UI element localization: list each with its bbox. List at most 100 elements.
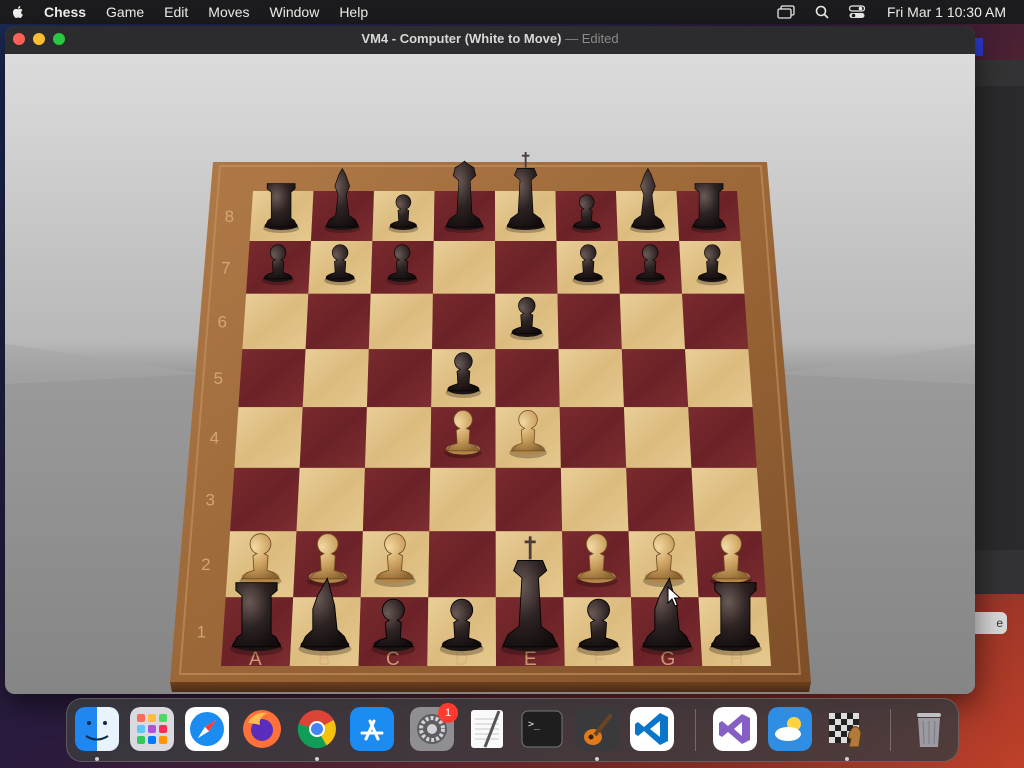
- board-square[interactable]: [495, 349, 560, 408]
- dock-chess-square: [841, 737, 847, 743]
- dock-chess-square: [853, 713, 859, 719]
- board-square[interactable]: [364, 407, 432, 468]
- dock-chess-square: [847, 719, 853, 725]
- board-square[interactable]: [238, 349, 306, 408]
- dock-chess-square: [841, 731, 847, 737]
- rank-label: 1: [197, 623, 206, 642]
- chrome-icon[interactable]: [295, 707, 339, 751]
- board-square[interactable]: [234, 407, 303, 468]
- background-window-toolbar: [975, 60, 1024, 86]
- rank-label: 2: [201, 555, 210, 574]
- control-center-icon[interactable]: [848, 5, 865, 19]
- chrome-running-dot: [315, 757, 319, 761]
- dock-chess-square: [853, 719, 859, 725]
- board-square[interactable]: [242, 293, 309, 350]
- board-square[interactable]: [559, 407, 627, 468]
- app-store-icon[interactable]: [350, 707, 394, 751]
- menu-window[interactable]: Window: [270, 0, 320, 24]
- dock-chess-square: [829, 737, 835, 743]
- board-square[interactable]: [688, 407, 757, 468]
- chess-window: VM4 - Computer (White to Move) — Edited: [5, 26, 975, 694]
- chess-scene: A B C D E F G H12345678: [5, 54, 975, 694]
- dock-separator-trash: [890, 709, 891, 751]
- board-square[interactable]: [432, 293, 496, 350]
- background-window-panel: [975, 550, 1024, 594]
- rank-label: 7: [221, 258, 230, 277]
- board-square[interactable]: [429, 467, 496, 532]
- board-square[interactable]: [362, 467, 431, 532]
- menu-help[interactable]: Help: [339, 0, 368, 24]
- textedit-icon[interactable]: [465, 707, 509, 751]
- dock-chess-square: [829, 713, 835, 719]
- board-square[interactable]: [368, 293, 433, 350]
- window-title-separator: —: [565, 31, 579, 46]
- menu-edit[interactable]: Edit: [164, 0, 188, 24]
- board-square[interactable]: [623, 407, 692, 468]
- dock-chess-square: [835, 731, 841, 737]
- settings-notification-badge: 1: [438, 703, 458, 723]
- svg-text:>_: >_: [528, 719, 541, 730]
- visual-studio-icon[interactable]: [713, 707, 757, 751]
- launchpad-icon[interactable]: [130, 707, 174, 751]
- window-title-main: VM4 - Computer (White to Move): [361, 31, 562, 46]
- menu-clock[interactable]: Fri Mar 1 10:30 AM: [887, 4, 1006, 20]
- dock-chess-square: [847, 713, 853, 719]
- dock-chess-square: [835, 713, 841, 719]
- board-square[interactable]: [621, 349, 689, 408]
- background-window-button[interactable]: e: [975, 612, 1007, 634]
- finder-running-dot: [95, 757, 99, 761]
- board-square[interactable]: [682, 293, 749, 350]
- board-square[interactable]: [366, 349, 433, 408]
- board-square[interactable]: [495, 467, 563, 532]
- board-square[interactable]: [296, 467, 365, 532]
- dock-chess-square: [829, 725, 835, 731]
- board-square[interactable]: [691, 467, 762, 532]
- dock-chess-square: [841, 719, 847, 725]
- board-square[interactable]: [619, 293, 686, 350]
- menu-bar: Chess Game Edit Moves Window Help Fri Ma…: [0, 0, 1024, 24]
- dock-chess-square: [835, 737, 841, 743]
- dock-separator: [695, 709, 696, 751]
- rank-label: 6: [217, 312, 226, 331]
- board-square[interactable]: [305, 293, 371, 350]
- menu-game[interactable]: Game: [106, 0, 144, 24]
- board-square[interactable]: [685, 349, 753, 408]
- board-square[interactable]: [299, 407, 367, 468]
- dock: >_: [66, 698, 959, 762]
- garageband-icon[interactable]: [575, 707, 619, 751]
- board-square[interactable]: [230, 467, 300, 532]
- board-frame-edge: [170, 682, 811, 692]
- chess-app-icon[interactable]: [825, 707, 869, 751]
- window-titlebar[interactable]: VM4 - Computer (White to Move) — Edited: [5, 26, 975, 55]
- screen-mirroring-icon[interactable]: [777, 5, 795, 19]
- trash-icon[interactable]: [907, 707, 951, 751]
- board-square[interactable]: [558, 349, 624, 408]
- board-square[interactable]: [495, 241, 558, 294]
- rank-label: 5: [214, 369, 223, 388]
- finder-icon[interactable]: [75, 707, 119, 751]
- background-window-tab: [975, 38, 983, 56]
- board-square[interactable]: [557, 293, 622, 350]
- safari-icon[interactable]: [185, 707, 229, 751]
- menu-moves[interactable]: Moves: [208, 0, 249, 24]
- board-square[interactable]: [428, 531, 496, 598]
- dock-chess-square: [835, 725, 841, 731]
- window-title-state: Edited: [581, 31, 619, 46]
- menu-app-chess[interactable]: Chess: [44, 0, 86, 24]
- board-square[interactable]: [626, 467, 695, 532]
- spotlight-search-icon[interactable]: [815, 5, 829, 19]
- apple-icon[interactable]: [10, 4, 26, 20]
- rank-label: 8: [225, 207, 234, 226]
- firefox-icon[interactable]: [240, 707, 284, 751]
- board-square[interactable]: [560, 467, 629, 532]
- rank-label: 3: [205, 491, 214, 510]
- rank-label: 4: [210, 428, 219, 447]
- dock-chess-square: [829, 731, 835, 737]
- terminal-icon[interactable]: >_: [520, 707, 564, 751]
- board-square[interactable]: [302, 349, 369, 408]
- weather-icon[interactable]: [768, 707, 812, 751]
- window-title: VM4 - Computer (White to Move) — Edited: [5, 26, 975, 52]
- board-squares: [221, 191, 771, 666]
- vscode-icon[interactable]: [630, 707, 674, 751]
- board-square[interactable]: [432, 241, 496, 294]
